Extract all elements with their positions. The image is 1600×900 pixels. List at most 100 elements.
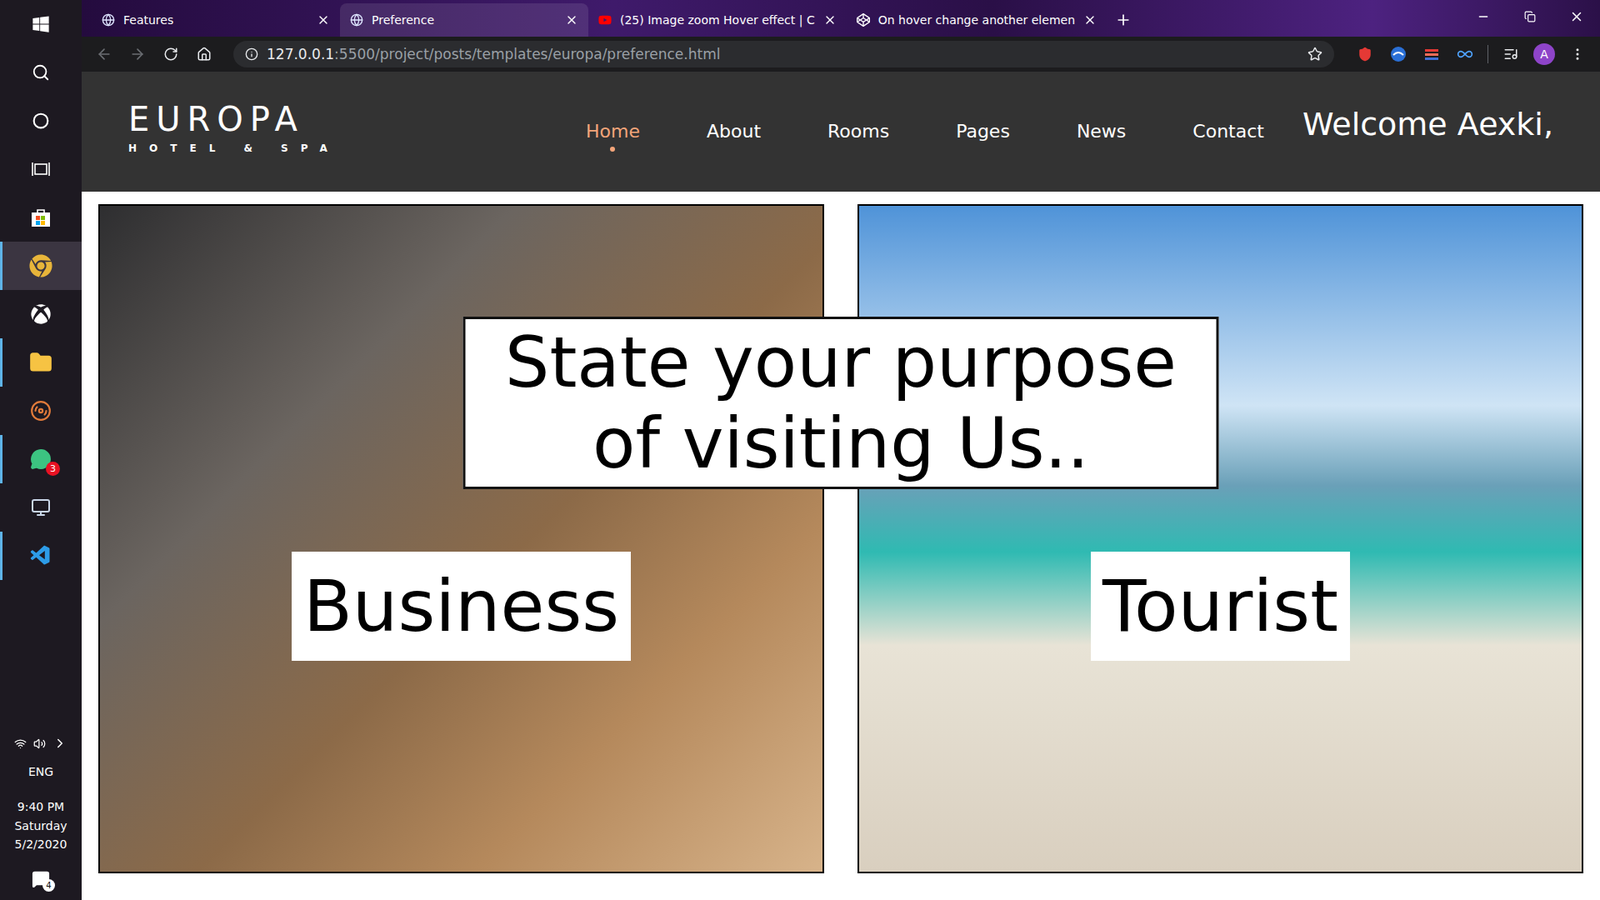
extension-button[interactable] [1417,40,1446,69]
home-icon [196,46,212,62]
purpose-prompt: State your purpose of visiting Us.. [463,316,1220,490]
nav-link[interactable]: About [706,120,761,152]
task-view-icon [31,160,50,179]
taskbar-app[interactable] [0,48,82,97]
taskbar-app[interactable] [0,483,82,532]
taskbar-app[interactable] [0,145,82,194]
extension-icon[interactable] [1423,45,1440,63]
toolbar: 127.0.0.1:5500/project/posts/templates/e… [81,36,1600,72]
notification-badge: 4 [42,879,55,892]
monitor-icon [30,497,51,518]
arrow-left-icon [95,45,113,63]
minimize-button[interactable] [1460,3,1507,30]
reload-icon [163,46,179,62]
purpose-card[interactable]: Business [98,204,825,874]
purpose-section: Business TouristState your purpose of vis… [81,191,1600,900]
extension-button[interactable] [1384,40,1413,69]
taskbar-app[interactable] [0,386,82,435]
menu-button[interactable] [1563,40,1592,69]
main-nav: Home About Rooms Pages News Contact [585,112,1265,152]
taskbar-app[interactable] [0,531,82,580]
close-button[interactable] [1553,3,1600,30]
logo-name: EUROPA [128,100,305,138]
infinity-icon [1456,45,1474,63]
url: 127.0.0.1:5500/project/posts/templates/e… [266,45,1300,63]
media-button[interactable] [1496,40,1525,69]
restore-button[interactable] [1506,3,1554,30]
active-dot [730,146,736,152]
taskbar-app[interactable]: 3 [0,435,82,484]
wifi-icon[interactable] [14,737,27,750]
globe-icon [101,13,115,27]
search-icon [31,63,50,82]
info-icon[interactable] [245,47,259,61]
tab-label: Preference [371,13,557,27]
browser-tab[interactable]: Preference [340,3,589,37]
system-tray: ENG 9:40 PM Saturday 5/2/2020 4 [0,735,82,900]
tab-label: Features [123,13,309,27]
close-tab-icon[interactable] [316,13,330,27]
close-tab-icon[interactable] [1083,13,1097,27]
nav-link[interactable]: Contact [1192,120,1265,152]
profile-avatar: A [1533,43,1555,65]
taskbar-app[interactable] [0,338,82,387]
tray-icons [14,735,68,751]
home-button[interactable] [190,40,219,69]
close-icon [1569,9,1585,25]
folder-icon [29,350,53,375]
purpose-card[interactable]: Tourist [857,204,1584,874]
nav-link[interactable]: Pages [955,120,1010,152]
logo-tagline: HOTEL & SPA [128,142,340,155]
plus-icon [1115,11,1132,29]
logo[interactable]: EUROPA HOTEL & SPA [128,100,340,155]
app-badge: 3 [45,461,60,476]
browser-tab[interactable]: (25) Image zoom Hover effect | C [588,3,847,37]
profile-button[interactable]: A [1530,40,1559,69]
extension-icon[interactable] [1390,45,1407,63]
taskbar-app[interactable] [0,290,82,339]
windows-icon [31,15,50,34]
star-icon[interactable] [1307,46,1323,62]
vscode-icon [29,544,53,568]
taskbar-app[interactable] [0,193,82,242]
browser-tab[interactable]: Features [91,3,340,37]
chevron-right-icon[interactable] [52,735,68,751]
clock-date[interactable]: 5/2/2020 [15,836,68,852]
extension-button[interactable] [1450,40,1480,69]
address-bar[interactable]: 127.0.0.1:5500/project/posts/templates/e… [233,40,1335,68]
globe-icon [350,13,364,27]
nav-link[interactable]: News [1076,120,1126,152]
nav-link[interactable]: Home [585,120,640,152]
active-dot [980,146,986,152]
language[interactable]: ENG [28,764,54,780]
browser-tab[interactable]: On hover change another elemen [846,3,1107,37]
youtube-icon [598,13,612,27]
web-page: EUROPA HOTEL & SPA Home About Rooms Pages News… [81,71,1600,900]
close-tab-icon[interactable] [565,13,579,27]
back-button[interactable] [90,40,119,69]
taskbar-app[interactable] [0,0,82,49]
purpose-label: Business [291,551,631,661]
shield-icon [1357,46,1373,62]
active-dot [855,146,861,152]
active-dot [1225,146,1231,152]
close-tab-icon[interactable] [823,13,837,27]
clock-day[interactable]: Saturday [14,818,67,834]
taskbar-app[interactable] [0,96,82,145]
volume-icon[interactable] [33,737,46,750]
extension-button[interactable] [1350,40,1380,69]
taskbar-app[interactable] [0,241,82,290]
music-icon [30,400,52,422]
nav-link[interactable]: Rooms [827,120,890,152]
xbox-icon [30,304,51,325]
notifications[interactable]: 4 [26,866,55,892]
clock-time[interactable]: 9:40 PM [17,799,65,815]
taskbar: 3 ENG 9:40 PM Saturday 5/2/2020 4 [0,0,82,900]
reload-button[interactable] [156,40,185,69]
codepen-icon [856,13,870,27]
forward-button[interactable] [123,40,152,69]
media-icon [1503,46,1519,62]
menu-icon [1570,46,1585,62]
new-tab-button[interactable] [1106,3,1140,37]
desktop: 3 ENG 9:40 PM Saturday 5/2/2020 4 Features Pref… [0,0,1600,900]
